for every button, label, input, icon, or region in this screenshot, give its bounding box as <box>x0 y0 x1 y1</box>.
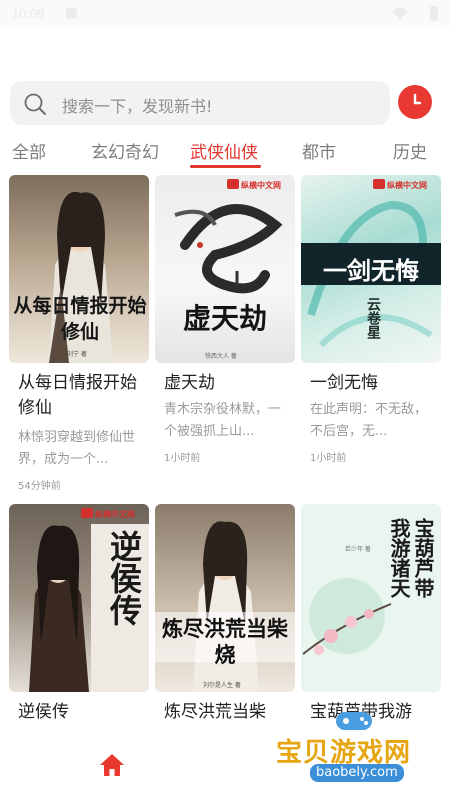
cover-author: 铁西大人 著 <box>205 353 237 360</box>
book-title: 一剑无悔 <box>310 373 378 393</box>
tab-history[interactable]: 历史 <box>393 138 427 163</box>
book-cover: 纵横中文网 虚天劫 铁西大人 著 <box>155 175 295 363</box>
tab-wuxia[interactable]: 武侠仙侠 <box>190 138 258 163</box>
book-cover: 纵横中文网 逆侯传 <box>9 504 149 692</box>
cover-title: 从每日情报开始修仙 <box>13 295 147 343</box>
watermark: 宝贝游戏网 baobely.com <box>268 702 450 800</box>
publisher-badge: 纵横中文网 <box>373 179 439 193</box>
search-placeholder: 搜索一下，发现新书! <box>62 97 213 116</box>
active-tab-indicator <box>190 165 261 168</box>
book-cover: 宝葫芦带我游诸天 若少年 著 <box>301 504 441 692</box>
gamepad-icon <box>336 712 372 730</box>
category-tabs: 全部 玄幻奇幻 武侠仙侠 都市 历史 <box>0 134 450 174</box>
cover-title: 炼尽洪荒当柴烧 <box>162 616 288 667</box>
cover-author: 刘宁 著 <box>67 351 87 358</box>
watermark-url: baobely.com <box>310 764 404 782</box>
cover-title: 宝葫芦带我游诸天 <box>387 518 435 598</box>
book-description: 林惊羽穿越到修仙世界，成为一个... <box>18 430 136 467</box>
book-cover: 炼尽洪荒当柴烧 刘尔是人生 著 <box>155 504 295 692</box>
search-row: 搜索一下，发现新书! <box>10 80 440 126</box>
status-bar: 10:09 <box>0 0 450 28</box>
tab-fantasy[interactable]: 玄幻奇幻 <box>91 138 159 163</box>
book-update-time: 54分钟前 <box>18 481 61 492</box>
book-update-time: 1小时前 <box>310 453 347 464</box>
status-time: 10:09 <box>12 6 45 21</box>
search-icon <box>24 93 46 115</box>
book-title: 逆侯传 <box>18 702 69 722</box>
cover-title: 逆侯传 <box>105 530 143 626</box>
cover-author: 刘尔是人生 著 <box>203 682 241 689</box>
home-icon[interactable] <box>99 753 125 777</box>
book-description: 青木宗杂役林默，一个被强抓上山... <box>164 402 282 439</box>
cover-author: 若少年 著 <box>345 546 371 553</box>
sim-icon <box>66 8 77 19</box>
book-cover: 纵横中文网 一剑无悔 云卷星 <box>301 175 441 363</box>
publisher-badge: 纵横中文网 <box>81 508 147 522</box>
publisher-badge: 纵横中文网 <box>227 179 293 193</box>
clock-icon <box>413 93 422 105</box>
tab-all[interactable]: 全部 <box>12 138 46 163</box>
book-description: 在此声明：不无敌，不后宫，无... <box>310 402 428 439</box>
book-cover: 从每日情报开始修仙 刘宁 著 <box>9 175 149 363</box>
book-title: 从每日情报开始修仙 <box>18 373 137 418</box>
battery-icon <box>430 6 438 21</box>
history-button[interactable] <box>398 85 432 119</box>
search-input[interactable]: 搜索一下，发现新书! <box>10 81 390 125</box>
tab-urban[interactable]: 都市 <box>302 138 336 163</box>
book-title: 虚天劫 <box>164 373 215 393</box>
cover-author: 云卷星 <box>365 297 381 339</box>
cover-title: 虚天劫 <box>182 302 267 335</box>
book-update-time: 1小时前 <box>164 453 201 464</box>
cover-title: 一剑无悔 <box>323 256 419 285</box>
wifi-icon <box>392 8 408 20</box>
